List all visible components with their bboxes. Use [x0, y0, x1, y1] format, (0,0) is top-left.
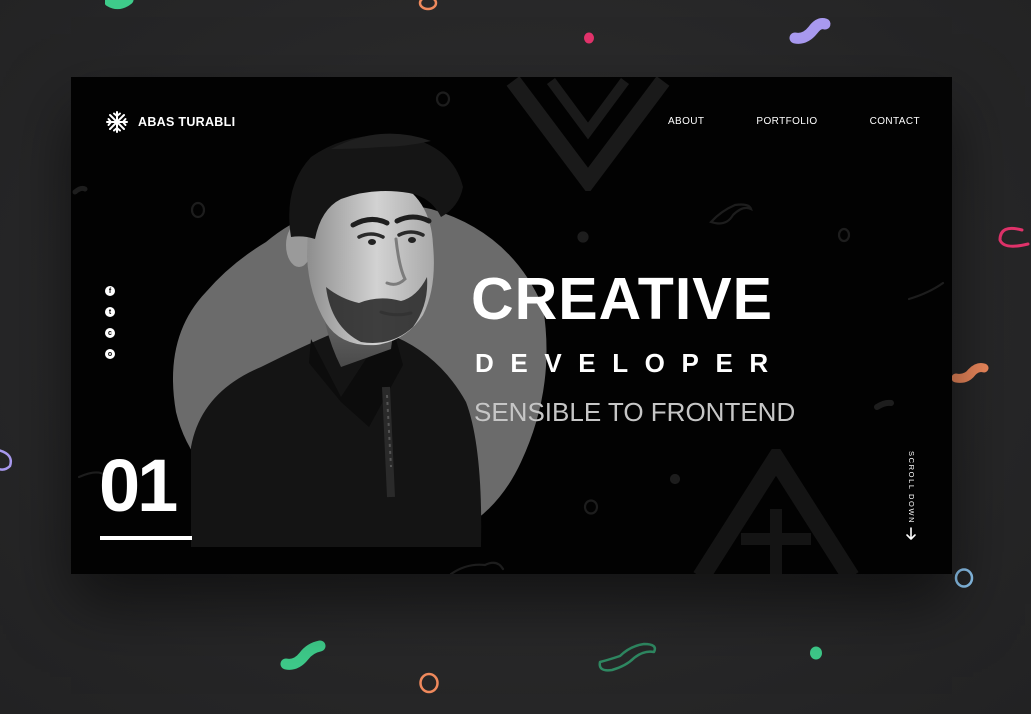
nav-contact[interactable]: CONTACT — [870, 116, 920, 127]
scroll-down-button[interactable]: SCROLL DOWN — [899, 449, 923, 543]
deco-green-blob-bottom — [280, 640, 326, 670]
deco-pink-dot — [584, 32, 594, 44]
main-nav: ABOUT PORTFOLIO CONTACT — [668, 116, 920, 127]
dribbble-icon[interactable]: o — [105, 349, 115, 359]
deco-blue-ring — [954, 568, 974, 588]
deco-purple-blob — [789, 18, 831, 44]
github-icon[interactable]: c — [105, 328, 115, 338]
twitter-icon[interactable]: t — [105, 307, 115, 317]
dribbble-shot-background: ABAS TURABLI ABOUT PORTFOLIO CONTACT f t… — [0, 0, 1031, 714]
deco-green-outline-squiggle — [598, 642, 657, 672]
hero-tagline: SENSIBLE TO FRONTEND — [474, 397, 796, 427]
arrow-down-icon — [906, 527, 916, 540]
portrait-photo — [191, 133, 482, 547]
nav-about[interactable]: ABOUT — [668, 116, 704, 127]
deco-green-top-blob — [105, 0, 134, 10]
deco-purple-ring-left — [0, 449, 12, 471]
snowflake-icon — [106, 111, 128, 133]
deco-green-dot-bottom — [810, 646, 822, 660]
scroll-down-label: SCROLL DOWN — [907, 451, 916, 525]
deco-orange-blob — [951, 363, 989, 383]
facebook-icon[interactable]: f — [105, 286, 115, 296]
hero-headline: CREATIVE — [471, 266, 773, 332]
hero-subheadline: DEVELOPER — [475, 348, 785, 378]
watermark-triangle-top — [506, 77, 670, 191]
deco-orange-top-ring — [418, 0, 438, 11]
website-hero-card: ABAS TURABLI ABOUT PORTFOLIO CONTACT f t… — [71, 77, 952, 574]
slide-number-underline — [100, 536, 192, 540]
deco-pink-ring — [998, 226, 1030, 248]
slide-number: 01 — [99, 444, 178, 527]
deco-orange-ring-bottom — [419, 672, 439, 694]
social-links: f t c o — [105, 286, 115, 359]
nav-portfolio[interactable]: PORTFOLIO — [756, 116, 817, 127]
watermark-triangle-bottom — [693, 449, 859, 574]
